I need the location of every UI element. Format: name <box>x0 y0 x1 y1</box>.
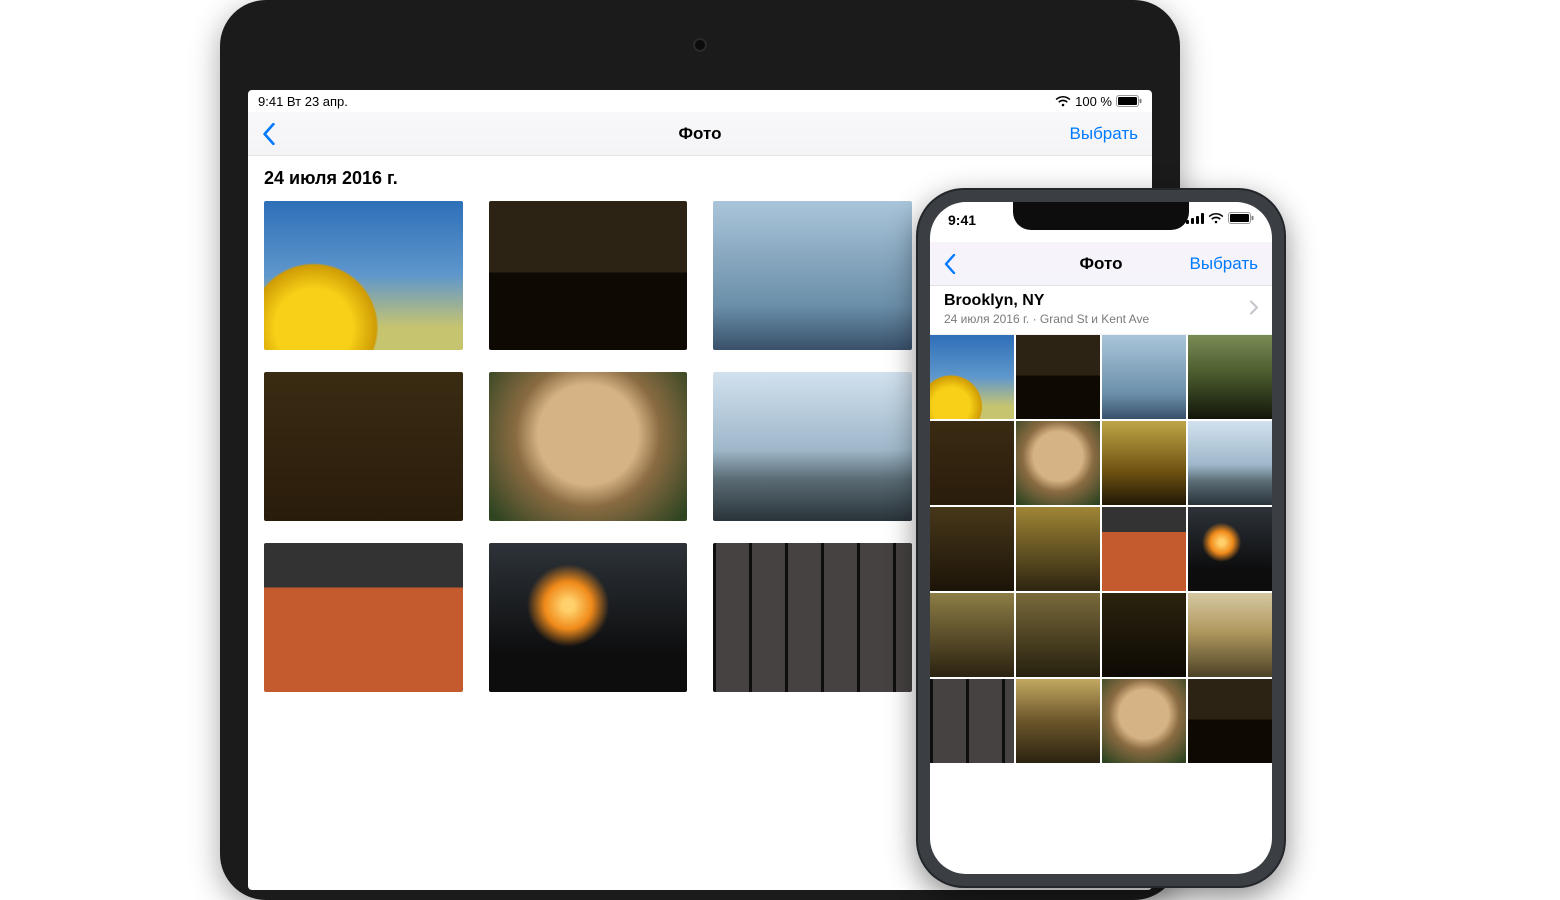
ipad-status-left: 9:41 Вт 23 апр. <box>258 94 348 109</box>
photo-thumbnail[interactable] <box>1188 679 1272 763</box>
photo-thumbnail[interactable] <box>930 679 1014 763</box>
iphone-navbar: Фото Выбрать <box>930 242 1272 286</box>
iphone-status-time: 9:41 <box>948 212 976 228</box>
ipad-camera <box>693 38 707 52</box>
photo-thumbnail[interactable] <box>1102 593 1186 677</box>
photo-thumbnail[interactable] <box>1102 421 1186 505</box>
ipad-battery-text: 100 % <box>1075 94 1112 109</box>
battery-icon <box>1228 212 1254 224</box>
wifi-icon <box>1208 212 1224 224</box>
photo-thumbnail[interactable] <box>1188 507 1272 591</box>
photo-thumbnail[interactable] <box>1016 335 1100 419</box>
photo-thumbnail[interactable] <box>713 201 912 350</box>
photo-thumbnail[interactable] <box>1102 335 1186 419</box>
photo-thumbnail[interactable] <box>930 335 1014 419</box>
ipad-navbar: Фото Выбрать <box>248 112 1152 156</box>
chevron-right-icon <box>1250 301 1258 320</box>
photo-thumbnail[interactable] <box>1102 507 1186 591</box>
photo-thumbnail[interactable] <box>930 593 1014 677</box>
photo-thumbnail[interactable] <box>489 201 688 350</box>
photo-thumbnail[interactable] <box>1188 335 1272 419</box>
photo-thumbnail[interactable] <box>713 372 912 521</box>
iphone-select-button[interactable]: Выбрать <box>1190 254 1258 274</box>
back-button[interactable] <box>262 123 276 145</box>
battery-icon <box>1116 95 1142 107</box>
photo-thumbnail[interactable] <box>264 543 463 692</box>
iphone-location-header[interactable]: Brooklyn, NY 24 июля 2016 г. · Grand St … <box>930 286 1272 335</box>
photo-thumbnail[interactable] <box>264 201 463 350</box>
photo-thumbnail[interactable] <box>1016 421 1100 505</box>
iphone-photo-grid <box>930 335 1272 763</box>
photo-thumbnail[interactable] <box>1016 507 1100 591</box>
iphone-notch <box>1013 202 1189 230</box>
photo-thumbnail[interactable] <box>930 507 1014 591</box>
photo-thumbnail[interactable] <box>1016 593 1100 677</box>
ipad-status-bar: 9:41 Вт 23 апр. 100 % <box>248 90 1152 112</box>
iphone-device-frame: 9:41 Фото Выбрать Brooklyn, NY <box>916 188 1286 888</box>
wifi-icon <box>1055 95 1071 107</box>
photo-thumbnail[interactable] <box>1188 593 1272 677</box>
photo-thumbnail[interactable] <box>1188 421 1272 505</box>
ipad-nav-title: Фото <box>248 124 1152 144</box>
ipad-select-button[interactable]: Выбрать <box>1070 124 1138 144</box>
photo-thumbnail[interactable] <box>1102 679 1186 763</box>
photo-thumbnail[interactable] <box>713 543 912 692</box>
back-button[interactable] <box>944 254 956 274</box>
photo-thumbnail[interactable] <box>489 372 688 521</box>
photo-thumbnail[interactable] <box>264 372 463 521</box>
iphone-location-title: Brooklyn, NY <box>944 292 1258 310</box>
photo-thumbnail[interactable] <box>489 543 688 692</box>
iphone-screen: 9:41 Фото Выбрать Brooklyn, NY <box>930 202 1272 874</box>
iphone-location-subline: 24 июля 2016 г. · Grand St и Kent Ave <box>944 312 1258 326</box>
photo-thumbnail[interactable] <box>1016 679 1100 763</box>
photo-thumbnail[interactable] <box>930 421 1014 505</box>
